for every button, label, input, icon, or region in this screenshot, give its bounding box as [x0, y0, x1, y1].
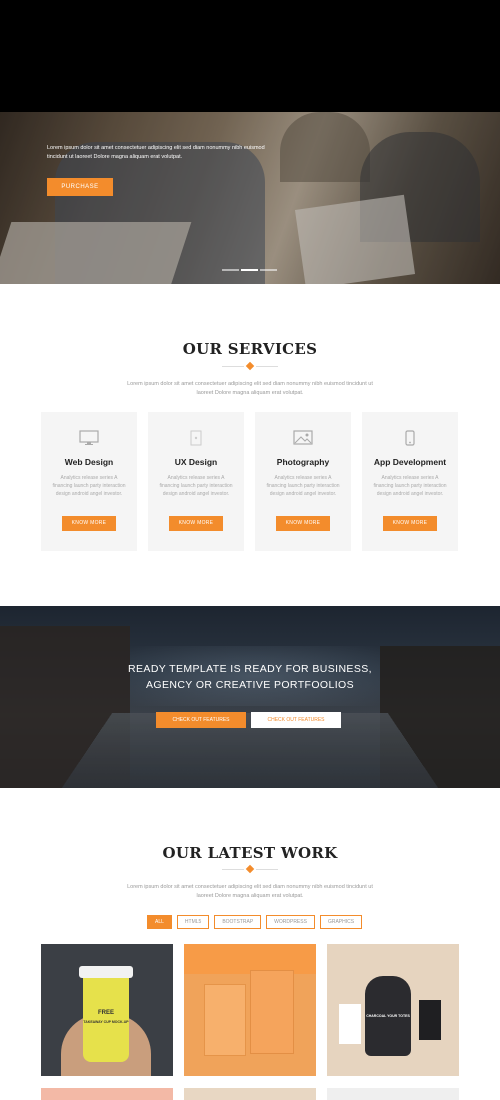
know-more-button[interactable]: KNOW MORE: [169, 516, 223, 531]
services-title: OUR SERVICES: [182, 340, 318, 358]
photo-icon: [293, 430, 313, 446]
service-card-photography: Photography Analytics release series A f…: [255, 412, 351, 551]
services-divider: [222, 361, 278, 371]
service-title: Photography: [276, 457, 330, 467]
service-text: Analytics release series A financing lau…: [52, 475, 126, 497]
ux-icon: [186, 430, 206, 446]
work-divider: [222, 864, 278, 874]
check-out-features-button[interactable]: CHECK OUT FEATURES: [156, 712, 246, 728]
portfolio-item-row2[interactable]: [327, 1088, 459, 1100]
cup-sublabel: TAKEAWAY CUP MOCK-UP: [83, 1020, 129, 1024]
cup-label: FREE: [97, 1010, 114, 1016]
mobile-icon: [400, 430, 420, 446]
portfolio-item-cup[interactable]: FREE TAKEAWAY CUP MOCK-UP: [41, 944, 173, 1076]
hero-text: Lorem ipsum dolor sit amet consectetuer …: [47, 145, 265, 160]
service-title: App Development: [373, 457, 447, 467]
cup-lid-shape: [79, 966, 133, 978]
slider-dot[interactable]: [222, 269, 239, 271]
service-text: Analytics release series A financing lau…: [373, 475, 447, 497]
slider-dots: [222, 269, 277, 271]
monitor-icon: [79, 430, 99, 446]
work-title: OUR LATEST WORK: [162, 844, 338, 862]
filter-all[interactable]: ALL: [147, 915, 172, 929]
work-subtitle: Lorem ipsum dolor sit amet consectetuer …: [127, 884, 373, 899]
bag-shape: [250, 970, 294, 1054]
portfolio-item-row2[interactable]: [41, 1088, 173, 1100]
cta-title-line1: READY TEMPLATE IS READY FOR BUSINESS,: [128, 663, 372, 675]
bag-shape: [204, 984, 246, 1056]
tag-shape: [419, 1000, 441, 1040]
slider-dot-active[interactable]: [241, 269, 258, 271]
service-title: UX Design: [174, 457, 218, 467]
filter-wordpress[interactable]: WORDPRESS: [266, 915, 315, 929]
cta-banner: READY TEMPLATE IS READY FOR BUSINESS, AG…: [0, 606, 500, 788]
service-card-web-design: Web Design Analytics release series A fi…: [41, 412, 137, 551]
top-black-bar: [0, 0, 500, 112]
slider-dot[interactable]: [260, 269, 277, 271]
portfolio-item-tote[interactable]: CHARCOAL YOUR TOTES: [327, 944, 459, 1076]
service-card-ux-design: UX Design Analytics release series A fin…: [148, 412, 244, 551]
cta-title: READY TEMPLATE IS READY FOR BUSINESS, AG…: [0, 661, 500, 693]
service-title: Web Design: [64, 457, 114, 467]
filter-graphics[interactable]: GRAPHICS: [319, 915, 363, 929]
hero-slider: Lorem ipsum dolor sit amet consectetuer …: [0, 112, 500, 284]
service-card-app-development: App Development Analytics release series…: [362, 412, 458, 551]
cta-title-line2: AGENCY OR CREATIVE PORTFOOLIOS: [145, 679, 355, 691]
tote-label: CHARCOAL YOUR TOTES: [366, 1014, 410, 1018]
services-subtitle: Lorem ipsum dolor sit amet consectetuer …: [127, 381, 373, 396]
portfolio-item-bags[interactable]: [184, 944, 316, 1076]
card-shape: [339, 1004, 361, 1044]
hero-overlay: [0, 112, 500, 284]
know-more-button[interactable]: KNOW MORE: [276, 516, 330, 531]
check-out-features-button-outline[interactable]: CHECK OUT FEATURES: [251, 712, 341, 728]
filter-html5[interactable]: HTML5: [176, 915, 210, 929]
cup-shape: [83, 974, 129, 1062]
portfolio-item-row2[interactable]: [184, 1088, 316, 1100]
filter-bootstrap[interactable]: BOOTSTRAP: [214, 915, 262, 929]
service-text: Analytics release series A financing lau…: [159, 475, 233, 497]
know-more-button[interactable]: KNOW MORE: [383, 516, 437, 531]
purchase-button[interactable]: PURCHASE: [47, 178, 113, 196]
know-more-button[interactable]: KNOW MORE: [62, 516, 116, 531]
service-text: Analytics release series A financing lau…: [266, 475, 340, 497]
portfolio-filters: ALL HTML5 BOOTSTRAP WORDPRESS GRAPHICS: [147, 915, 363, 929]
